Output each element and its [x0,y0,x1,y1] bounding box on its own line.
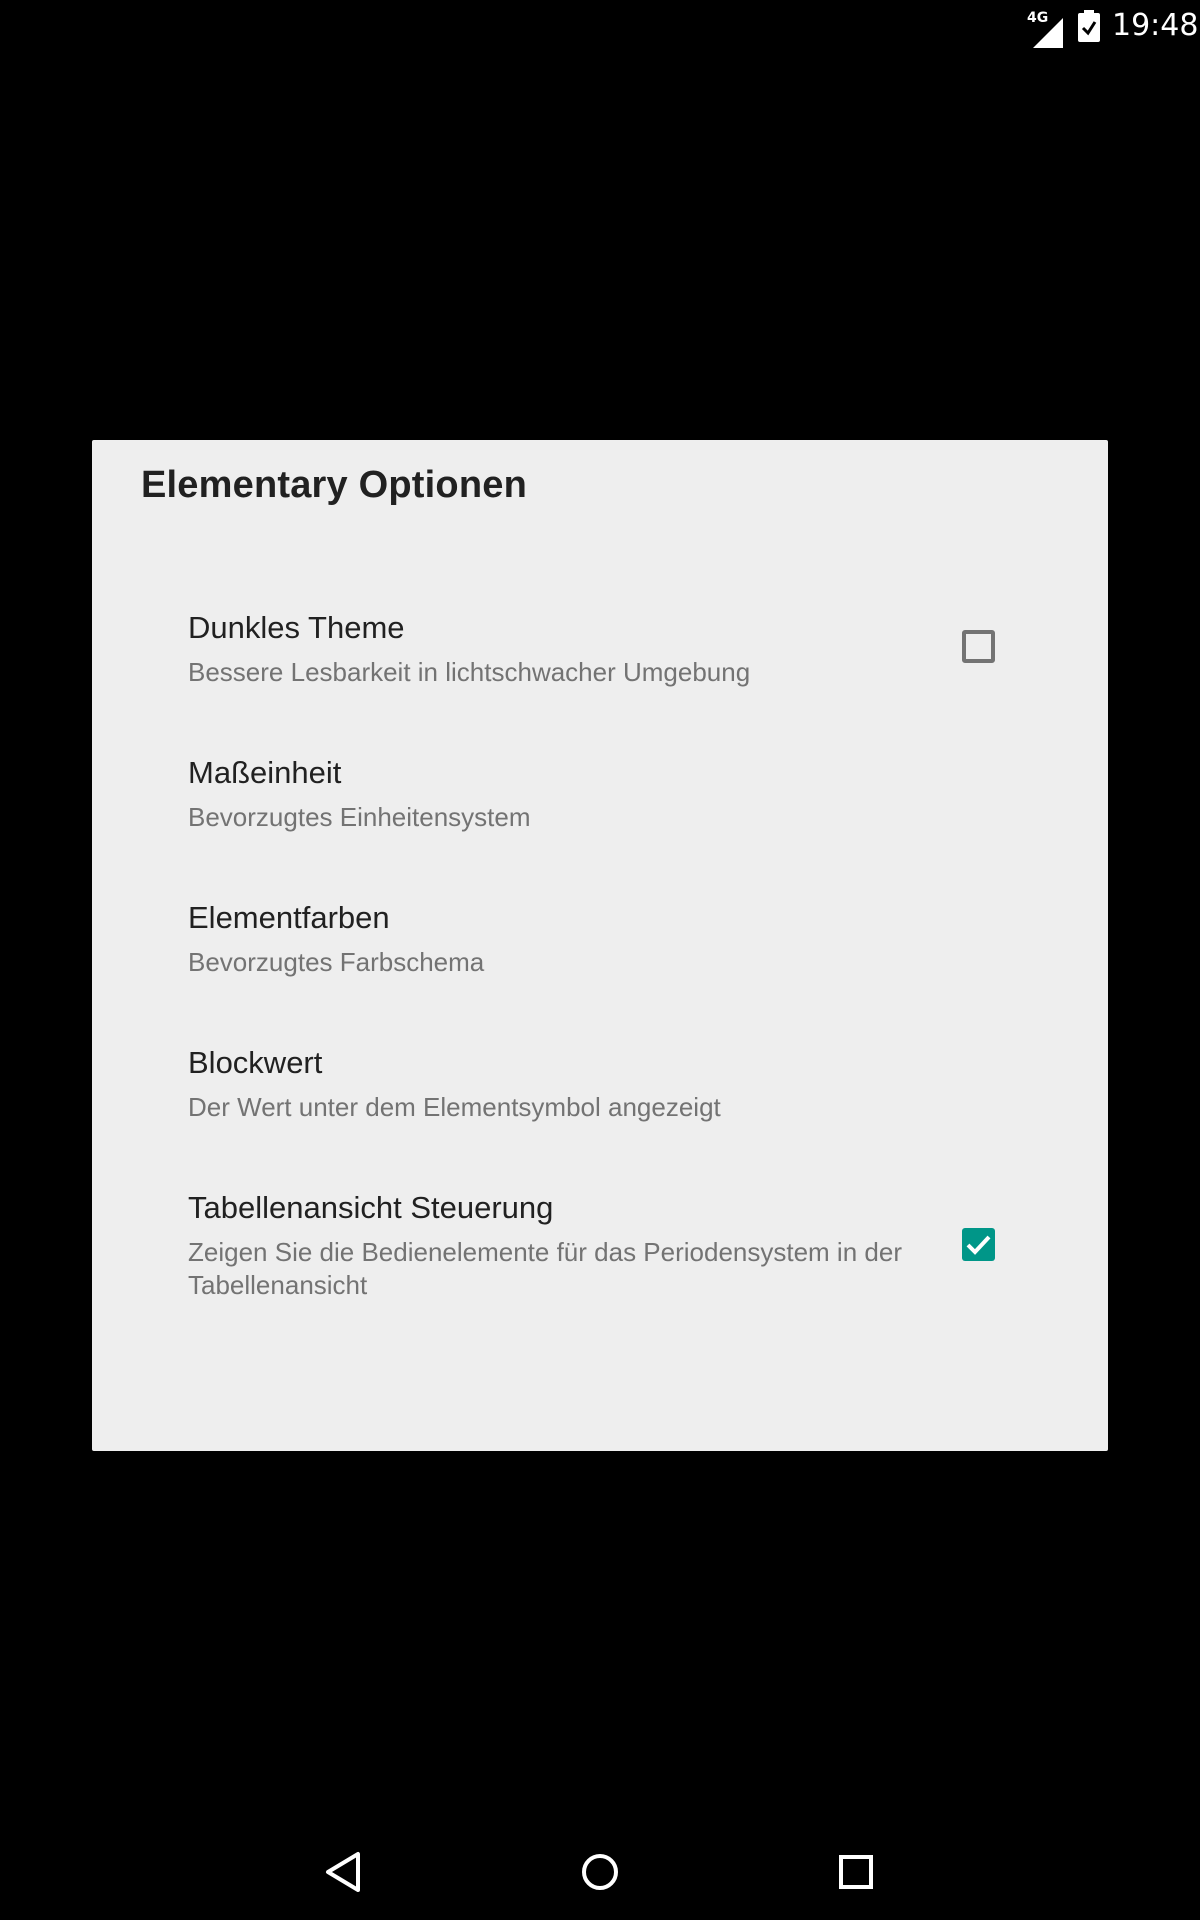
pref-table-view-controls[interactable]: Tabellenansicht Steuerung Zeigen Sie die… [92,1190,1108,1315]
pref-summary: Bevorzugtes Einheitensystem [188,802,531,832]
clock: 19:48 [1112,8,1199,43]
battery-icon [1078,10,1100,42]
pref-summary: Bevorzugtes Farbschema [188,947,485,977]
pref-title: Maßeinheit [188,755,342,790]
pref-title: Blockwert [188,1045,323,1080]
status-bar: 4G 19:48 [0,0,1200,52]
pref-title: Tabellenansicht Steuerung [188,1190,554,1225]
signal-icon [1033,18,1063,48]
pref-summary: Der Wert unter dem Elementsymbol angezei… [188,1092,721,1122]
pref-unit[interactable]: Maßeinheit Bevorzugtes Einheitensystem [92,755,1108,845]
screen: 4G 19:48 Elementary Optionen Dunkles The… [0,0,1200,1920]
navigation-bar [0,1824,1200,1920]
pref-title: Elementfarben [188,900,390,935]
pref-summary: Zeigen Sie die Bedienelemente für das Pe… [188,1237,902,1300]
settings-dialog: Elementary Optionen Dunkles Theme Besser… [92,440,1108,1451]
pref-summary: Bessere Lesbarkeit in lichtschwacher Umg… [188,657,751,687]
pref-dark-theme[interactable]: Dunkles Theme Bessere Lesbarkeit in lich… [92,610,1108,700]
pref-block-value[interactable]: Blockwert Der Wert unter dem Elementsymb… [92,1045,1108,1135]
dialog-title: Elementary Optionen [141,464,527,506]
pref-element-colors[interactable]: Elementfarben Bevorzugtes Farbschema [92,900,1108,990]
checkmark-icon [966,1235,991,1255]
home-icon[interactable] [568,1840,632,1904]
back-icon[interactable] [312,1840,376,1904]
table-view-controls-checkbox[interactable] [962,1228,995,1261]
pref-title: Dunkles Theme [188,610,405,645]
network-indicator: 4G [1027,10,1063,48]
dark-theme-checkbox[interactable] [962,630,995,663]
recents-icon[interactable] [824,1840,888,1904]
